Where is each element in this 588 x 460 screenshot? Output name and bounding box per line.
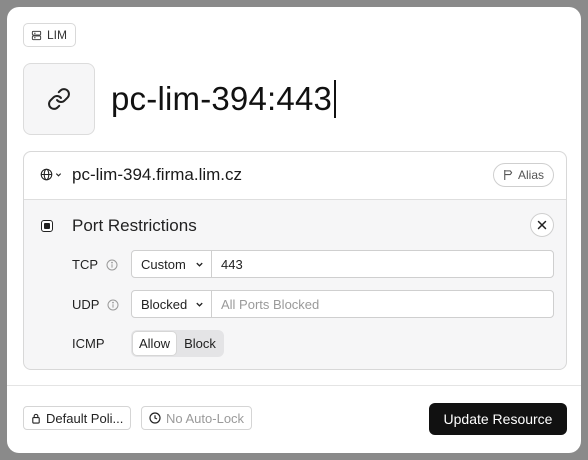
text-caret [334, 80, 337, 118]
globe-icon [40, 168, 53, 181]
close-port-restrictions-button[interactable] [530, 213, 554, 237]
port-restrictions-title: Port Restrictions [72, 216, 197, 235]
udp-label-group: UDP [72, 297, 119, 312]
auto-lock-button[interactable]: No Auto-Lock [141, 406, 253, 430]
chevron-down-icon [196, 302, 203, 307]
port-restrictions-icon [41, 220, 53, 232]
lock-icon [32, 413, 40, 424]
edit-resource-dialog: LIM pc-lim-394:443 pc-lim-394.firma.lim.… [7, 7, 581, 453]
udp-ports-input[interactable]: All Ports Blocked [211, 290, 554, 318]
link-icon [48, 88, 70, 110]
resource-icon-picker[interactable] [23, 63, 95, 135]
auto-lock-label: No Auto-Lock [166, 410, 245, 426]
update-resource-button[interactable]: Update Resource [429, 403, 567, 435]
tcp-label: TCP [72, 257, 98, 272]
close-icon [537, 220, 547, 230]
chevron-down-icon [55, 173, 62, 177]
icmp-allow-option[interactable]: Allow [133, 332, 177, 355]
signpost-icon [504, 169, 513, 181]
address-type-selector[interactable] [40, 168, 62, 181]
info-icon[interactable] [106, 259, 118, 271]
clock-icon [149, 412, 161, 424]
host-row: pc-lim-394.firma.lim.cz Alias [24, 152, 566, 200]
default-policy-button[interactable]: Default Poli... [23, 406, 132, 430]
tcp-ports-input[interactable]: 443 [211, 250, 554, 278]
tcp-mode-select[interactable]: Custom [131, 250, 212, 278]
hostname-field[interactable]: pc-lim-394.firma.lim.cz [72, 165, 242, 185]
alias-button[interactable]: Alias [492, 163, 554, 187]
icmp-toggle: Allow Block [131, 330, 224, 357]
info-icon[interactable] [107, 299, 119, 311]
resource-title-input[interactable]: pc-lim-394:443 [111, 75, 337, 123]
resource-config-card: pc-lim-394.firma.lim.cz Alias Port Restr… [23, 151, 567, 370]
default-policy-label: Default Poli... [46, 410, 124, 426]
udp-mode-select[interactable]: Blocked [131, 290, 212, 318]
footer-divider [7, 385, 581, 386]
tcp-mode-value: Custom [141, 256, 186, 272]
chevron-down-icon [196, 262, 203, 267]
alias-label: Alias [517, 168, 544, 182]
icmp-block-option[interactable]: Block [178, 332, 222, 355]
udp-label: UDP [72, 297, 100, 312]
resource-title: pc-lim-394:443 [111, 80, 333, 117]
breadcrumb[interactable]: LIM [23, 23, 77, 47]
server-icon [31, 30, 42, 40]
tcp-label-group: TCP [72, 257, 118, 272]
icmp-label: ICMP [72, 336, 105, 351]
udp-mode-value: Blocked [141, 296, 188, 312]
breadcrumb-label: LIM [47, 28, 68, 42]
icmp-label-group: ICMP [72, 336, 105, 351]
